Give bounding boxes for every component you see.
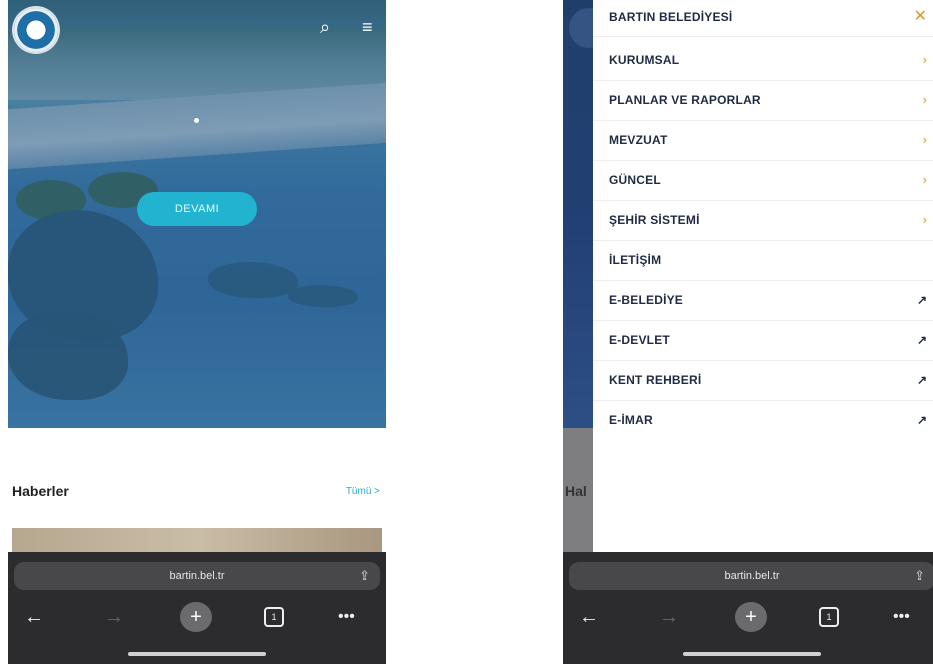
- chevron-right-icon: ›: [922, 212, 927, 227]
- menu-item-label: PLANLAR VE RAPORLAR: [609, 93, 761, 107]
- menu-item-label: KURUMSAL: [609, 53, 680, 67]
- new-tab-plus-icon[interactable]: +: [180, 602, 212, 632]
- menu-item-label: ŞEHİR SİSTEMİ: [609, 213, 700, 227]
- external-link-icon: ↗: [916, 293, 927, 307]
- home-indicator: [128, 652, 266, 656]
- menu-item-e-belediye[interactable]: E-BELEDİYE ↗: [593, 280, 933, 321]
- menu-title: BARTIN BELEDİYESİ: [609, 10, 733, 24]
- municipality-logo[interactable]: [14, 8, 58, 52]
- tabs-count-icon[interactable]: 1: [819, 607, 839, 627]
- more-options-icon[interactable]: •••: [893, 602, 910, 632]
- menu-item-e-imar[interactable]: E-İMAR ↗: [593, 400, 933, 440]
- chevron-right-icon: ›: [922, 172, 927, 187]
- menu-item-label: E-İMAR: [609, 413, 653, 427]
- menu-item-label: GÜNCEL: [609, 173, 661, 187]
- menu-item-mevzuat[interactable]: MEVZUAT ›: [593, 120, 933, 161]
- chevron-right-icon: ›: [922, 52, 927, 67]
- url-text: bartin.bel.tr: [169, 570, 225, 582]
- share-icon[interactable]: ⇪: [359, 562, 370, 590]
- chevron-right-icon: ›: [922, 92, 927, 107]
- forward-arrow-icon[interactable]: →: [104, 602, 124, 632]
- home-indicator: [683, 652, 821, 656]
- browser-toolbar: bartin.bel.tr ⇪ ← → + 1 •••: [8, 552, 386, 664]
- menu-item-planlar-ve-raporlar[interactable]: PLANLAR VE RAPORLAR ›: [593, 80, 933, 121]
- menu-item-label: E-DEVLET: [609, 333, 670, 347]
- hero-slider[interactable]: ⌕ ≡ DEVAMI: [8, 0, 386, 428]
- phone-screen-menu: Hal BARTIN BELEDİYESİ ✕ KURUMSAL › PLANL…: [563, 0, 933, 664]
- menu-item-kent-rehberi[interactable]: KENT REHBERİ ↗: [593, 360, 933, 401]
- address-bar[interactable]: bartin.bel.tr ⇪: [569, 562, 933, 590]
- back-arrow-icon[interactable]: ←: [579, 602, 599, 632]
- external-link-icon: ↗: [916, 373, 927, 387]
- side-menu: BARTIN BELEDİYESİ ✕ KURUMSAL › PLANLAR V…: [593, 0, 933, 552]
- menu-item-e-devlet[interactable]: E-DEVLET ↗: [593, 320, 933, 361]
- forward-arrow-icon[interactable]: →: [659, 602, 679, 632]
- close-icon[interactable]: ✕: [914, 0, 927, 34]
- menu-item-iletisim[interactable]: İLETİŞİM: [593, 240, 933, 281]
- menu-item-label: İLETİŞİM: [609, 253, 662, 267]
- menu-item-kurumsal[interactable]: KURUMSAL ›: [593, 40, 933, 81]
- menu-item-label: E-BELEDİYE: [609, 293, 684, 307]
- hamburger-menu-icon[interactable]: ≡: [362, 18, 373, 36]
- url-text: bartin.bel.tr: [724, 570, 780, 582]
- news-see-all-link[interactable]: Tümü >: [346, 486, 380, 497]
- tabs-count-icon[interactable]: 1: [264, 607, 284, 627]
- address-bar[interactable]: bartin.bel.tr ⇪: [14, 562, 380, 590]
- browser-toolbar: bartin.bel.tr ⇪ ← → + 1 •••: [563, 552, 933, 664]
- new-tab-plus-icon[interactable]: +: [735, 602, 767, 632]
- back-arrow-icon[interactable]: ←: [24, 602, 44, 632]
- menu-item-label: MEVZUAT: [609, 133, 668, 147]
- menu-item-guncel[interactable]: GÜNCEL ›: [593, 160, 933, 201]
- menu-header: BARTIN BELEDİYESİ ✕: [593, 0, 933, 37]
- devami-button[interactable]: DEVAMI: [137, 192, 257, 226]
- news-section-title-partial: Hal: [565, 483, 587, 499]
- browser-nav-row: ← → + 1 •••: [563, 602, 933, 632]
- slider-indicator-dot[interactable]: [194, 118, 199, 123]
- external-link-icon: ↗: [916, 413, 927, 427]
- external-link-icon: ↗: [916, 333, 927, 347]
- chevron-right-icon: ›: [922, 132, 927, 147]
- more-options-icon[interactable]: •••: [338, 602, 355, 632]
- browser-nav-row: ← → + 1 •••: [8, 602, 386, 632]
- news-section: [8, 430, 386, 520]
- menu-item-label: KENT REHBERİ: [609, 373, 702, 387]
- phone-screen-home: ⌕ ≡ DEVAMI Haberler Tümü > bartin.bel.tr…: [8, 0, 386, 664]
- search-icon[interactable]: ⌕: [320, 18, 330, 36]
- menu-item-sehir-sistemi[interactable]: ŞEHİR SİSTEMİ ›: [593, 200, 933, 241]
- share-icon[interactable]: ⇪: [914, 562, 925, 590]
- news-section-title: Haberler: [12, 483, 69, 499]
